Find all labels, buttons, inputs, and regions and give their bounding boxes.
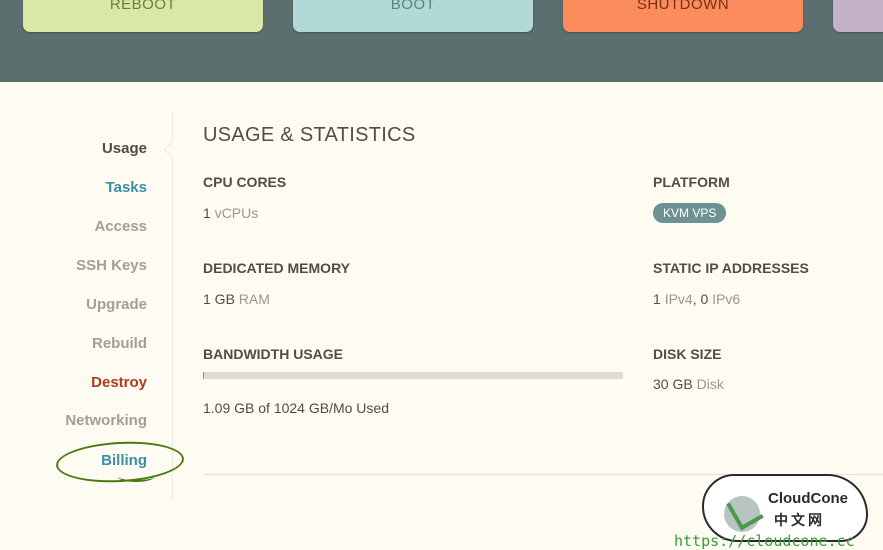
disk-size-value: 30 GB Disk	[653, 376, 724, 392]
page-title: USAGE & STATISTICS	[203, 124, 415, 147]
billing-highlight-tail	[118, 472, 154, 482]
memory-value: 1 GB RAM	[203, 291, 270, 307]
ip-separator: ,	[693, 291, 697, 307]
sidebar-item-upgrade[interactable]: Upgrade	[86, 296, 147, 313]
server-action-bar: REBOOT BOOT SHUTDOWN	[0, 0, 883, 82]
memory-unit: RAM	[239, 291, 270, 307]
reboot-button[interactable]: REBOOT	[23, 0, 263, 32]
platform-label: PLATFORM	[653, 174, 730, 190]
watermark-brand: CloudCone	[768, 490, 848, 507]
sidebar-active-pointer	[164, 142, 180, 158]
server-detail-panel: Usage Tasks Access SSH Keys Upgrade Rebu…	[0, 82, 883, 549]
cpu-cores-unit: vCPUs	[215, 205, 259, 221]
bandwidth-progress-bar	[203, 372, 623, 379]
bandwidth-label: BANDWIDTH USAGE	[203, 346, 343, 362]
cpu-cores-label: CPU CORES	[203, 174, 286, 190]
watermark-url: https://cloudcone.cc	[674, 532, 855, 550]
platform-badge: KVM VPS	[653, 203, 726, 223]
disk-size-amount: 30 GB	[653, 376, 693, 392]
ipv6-unit: IPv6	[712, 291, 740, 307]
bandwidth-used-text: 1.09 GB of 1024 GB/Mo Used	[203, 400, 389, 416]
memory-label: DEDICATED MEMORY	[203, 260, 350, 276]
cpu-cores-value: 1 vCPUs	[203, 205, 258, 221]
static-ip-label: STATIC IP ADDRESSES	[653, 260, 809, 276]
boot-button[interactable]: BOOT	[293, 0, 533, 32]
sidebar-item-networking[interactable]: Networking	[65, 412, 147, 429]
sidebar-divider	[172, 112, 173, 500]
cpu-cores-count: 1	[203, 205, 211, 221]
sidebar-item-ssh-keys[interactable]: SSH Keys	[76, 257, 147, 274]
sidebar-item-tasks[interactable]: Tasks	[106, 179, 147, 196]
ipv4-count: 1	[653, 291, 661, 307]
static-ip-value: 1 IPv4, 0 IPv6	[653, 291, 740, 307]
watermark-cn-text: 中文网	[774, 510, 825, 530]
shutdown-button[interactable]: SHUTDOWN	[563, 0, 803, 32]
sidebar-item-destroy[interactable]: Destroy	[91, 374, 147, 391]
ipv4-unit: IPv4	[665, 291, 693, 307]
disk-size-unit: Disk	[697, 376, 724, 392]
sidebar-item-usage[interactable]: Usage	[102, 140, 147, 157]
memory-amount: 1 GB	[203, 291, 235, 307]
more-action-button[interactable]	[833, 0, 883, 32]
watermark: CloudCone 中文网 https://cloudcone.cc	[694, 470, 883, 549]
disk-size-label: DISK SIZE	[653, 346, 721, 362]
sidebar-item-rebuild[interactable]: Rebuild	[92, 335, 147, 352]
sidebar-item-access[interactable]: Access	[94, 218, 147, 235]
ipv6-count: 0	[700, 291, 708, 307]
